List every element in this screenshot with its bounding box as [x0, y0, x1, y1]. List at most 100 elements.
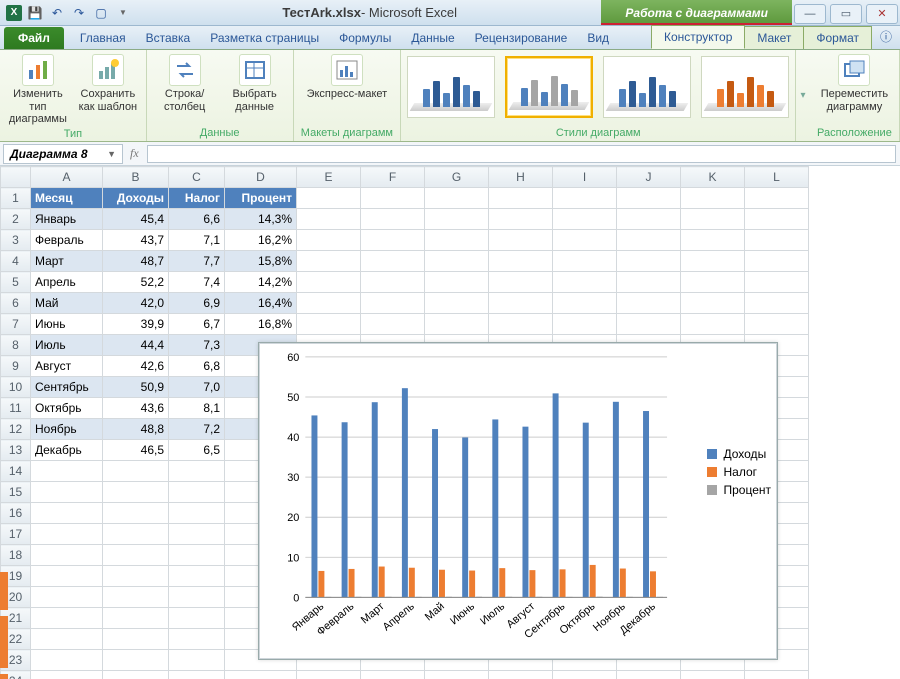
data-cell[interactable]: 14,3%	[225, 209, 297, 230]
data-cell[interactable]: 14,2%	[225, 272, 297, 293]
column-header[interactable]: D	[225, 167, 297, 188]
data-cell[interactable]: Сентябрь	[31, 377, 103, 398]
data-cell[interactable]: 6,9	[169, 293, 225, 314]
tab-insert[interactable]: Вставка	[136, 27, 201, 49]
tab-data[interactable]: Данные	[401, 27, 464, 49]
row-header[interactable]: 15	[1, 482, 31, 503]
data-cell[interactable]: Январь	[31, 209, 103, 230]
change-chart-type-button[interactable]: Изменить тип диаграммы	[6, 54, 70, 126]
row-header[interactable]: 2	[1, 209, 31, 230]
row-header[interactable]: 1	[1, 188, 31, 209]
row-header[interactable]: 4	[1, 251, 31, 272]
data-cell[interactable]: 16,4%	[225, 293, 297, 314]
new-icon[interactable]: ▢	[92, 4, 110, 22]
row-header[interactable]: 7	[1, 314, 31, 335]
qat-dropdown-icon[interactable]: ▼	[114, 4, 132, 22]
select-all-corner[interactable]	[1, 167, 31, 188]
data-cell[interactable]: 8,1	[169, 398, 225, 419]
data-cell[interactable]: 6,7	[169, 314, 225, 335]
tab-page-layout[interactable]: Разметка страницы	[200, 27, 329, 49]
tab-chart-design[interactable]: Конструктор	[651, 25, 745, 49]
column-header[interactable]: J	[617, 167, 681, 188]
table-header-cell[interactable]: Доходы	[103, 188, 169, 209]
data-cell[interactable]: 16,8%	[225, 314, 297, 335]
data-cell[interactable]: Май	[31, 293, 103, 314]
data-cell[interactable]: 39,9	[103, 314, 169, 335]
column-header[interactable]: G	[425, 167, 489, 188]
tab-file[interactable]: Файл	[4, 27, 64, 49]
column-header[interactable]: C	[169, 167, 225, 188]
data-cell[interactable]: Октябрь	[31, 398, 103, 419]
data-cell[interactable]: 6,5	[169, 440, 225, 461]
undo-icon[interactable]: ↶	[48, 4, 66, 22]
embedded-chart[interactable]: 0102030405060ЯнварьФевральМартАпрельМайИ…	[258, 342, 778, 660]
row-header[interactable]: 16	[1, 503, 31, 524]
data-cell[interactable]: Ноябрь	[31, 419, 103, 440]
data-cell[interactable]: 43,6	[103, 398, 169, 419]
data-cell[interactable]: Август	[31, 356, 103, 377]
chart-style-thumb[interactable]	[407, 56, 495, 118]
select-data-button[interactable]: Выбрать данные	[223, 54, 287, 113]
data-cell[interactable]: 45,4	[103, 209, 169, 230]
tab-chart-layout[interactable]: Макет	[744, 26, 804, 49]
data-cell[interactable]: 15,8%	[225, 251, 297, 272]
data-cell[interactable]: 50,9	[103, 377, 169, 398]
data-cell[interactable]: 7,3	[169, 335, 225, 356]
formula-fx-icon[interactable]: fx	[126, 146, 143, 161]
minimize-button[interactable]: —	[794, 4, 826, 24]
row-header[interactable]: 10	[1, 377, 31, 398]
column-header[interactable]: F	[361, 167, 425, 188]
table-header-cell[interactable]: Процент	[225, 188, 297, 209]
tab-chart-format[interactable]: Формат	[803, 26, 872, 49]
data-cell[interactable]: 46,5	[103, 440, 169, 461]
row-header[interactable]: 13	[1, 440, 31, 461]
column-header[interactable]: K	[681, 167, 745, 188]
data-cell[interactable]: 6,6	[169, 209, 225, 230]
data-cell[interactable]: 44,4	[103, 335, 169, 356]
chart-style-thumb[interactable]	[505, 56, 593, 118]
data-cell[interactable]: 7,7	[169, 251, 225, 272]
formula-input[interactable]	[147, 145, 896, 163]
data-cell[interactable]: 7,4	[169, 272, 225, 293]
redo-icon[interactable]: ↷	[70, 4, 88, 22]
data-cell[interactable]: 52,2	[103, 272, 169, 293]
data-cell[interactable]: 43,7	[103, 230, 169, 251]
save-icon[interactable]: 💾	[26, 4, 44, 22]
data-cell[interactable]: Апрель	[31, 272, 103, 293]
column-header[interactable]: E	[297, 167, 361, 188]
data-cell[interactable]: 16,2%	[225, 230, 297, 251]
table-header-cell[interactable]: Налог	[169, 188, 225, 209]
data-cell[interactable]: 42,0	[103, 293, 169, 314]
tab-formulas[interactable]: Формулы	[329, 27, 401, 49]
tab-review[interactable]: Рецензирование	[465, 27, 578, 49]
data-cell[interactable]: 7,2	[169, 419, 225, 440]
column-header[interactable]: A	[31, 167, 103, 188]
column-header[interactable]: B	[103, 167, 169, 188]
tab-view[interactable]: Вид	[577, 27, 619, 49]
data-cell[interactable]: Июль	[31, 335, 103, 356]
move-chart-button[interactable]: Переместить диаграмму	[814, 54, 894, 113]
styles-more-icon[interactable]: ▾	[796, 90, 810, 101]
data-cell[interactable]: 7,0	[169, 377, 225, 398]
maximize-button[interactable]: ▭	[830, 4, 862, 24]
chart-style-thumb[interactable]	[603, 56, 691, 118]
switch-row-column-button[interactable]: Строка/столбец	[153, 54, 217, 113]
row-header[interactable]: 11	[1, 398, 31, 419]
name-box[interactable]: Диаграмма 8▼	[3, 144, 123, 164]
row-header[interactable]: 12	[1, 419, 31, 440]
data-cell[interactable]: Февраль	[31, 230, 103, 251]
row-header[interactable]: 8	[1, 335, 31, 356]
data-cell[interactable]: 48,8	[103, 419, 169, 440]
row-header[interactable]: 17	[1, 524, 31, 545]
table-header-cell[interactable]: Месяц	[31, 188, 103, 209]
help-icon[interactable]: ⓘ	[872, 24, 900, 49]
save-as-template-button[interactable]: Сохранить как шаблон	[76, 54, 140, 113]
chevron-down-icon[interactable]: ▼	[107, 149, 116, 159]
data-cell[interactable]: 48,7	[103, 251, 169, 272]
data-cell[interactable]: 42,6	[103, 356, 169, 377]
row-header[interactable]: 6	[1, 293, 31, 314]
row-header[interactable]: 5	[1, 272, 31, 293]
row-header[interactable]: 18	[1, 545, 31, 566]
chart-style-thumb[interactable]	[701, 56, 789, 118]
data-cell[interactable]: 6,8	[169, 356, 225, 377]
